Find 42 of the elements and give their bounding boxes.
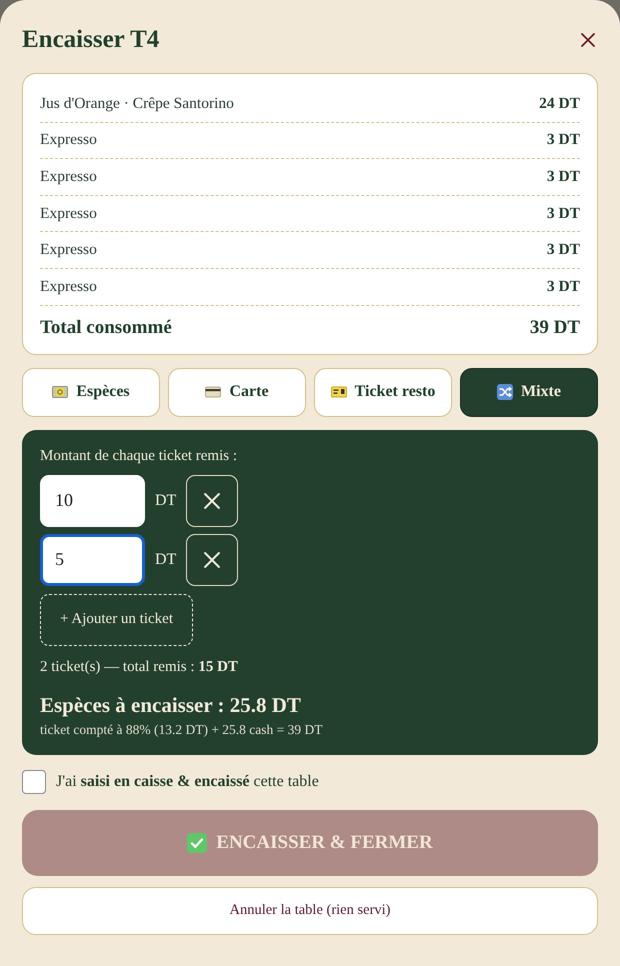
check-icon — [187, 832, 208, 853]
cash-due: Espèces à encaisser : 25.8 DT — [40, 692, 302, 717]
item-name: Expresso — [40, 241, 97, 260]
payment-breakdown: ticket compté à 88% (13.2 DT) + 25.8 cash = 39 DT — [40, 720, 324, 739]
payment-method-tab[interactable]: Carte — [168, 368, 306, 417]
ticket-amount-field[interactable]: 10 — [40, 474, 145, 527]
item-price: 24 DT — [539, 94, 580, 113]
item-name: Expresso — [40, 278, 97, 296]
item-price: 3 DT — [546, 278, 580, 296]
item-name: Jus d'Orange · Crêpe Santorino — [40, 94, 234, 113]
item-price: 3 DT — [546, 241, 580, 260]
banknote-icon — [52, 385, 68, 400]
payment-method-tab[interactable]: Ticket resto — [314, 368, 452, 417]
payment-method-tab[interactable]: Mixte — [460, 368, 598, 417]
total-label: Total consommé — [40, 316, 172, 339]
shuffle-icon — [497, 384, 513, 400]
close-icon — [204, 492, 220, 509]
close-icon — [204, 552, 220, 568]
item-name: Expresso — [40, 131, 97, 150]
dialog-title: Encaisser T4 — [22, 25, 160, 55]
ticket-icon — [330, 385, 347, 400]
item-price: 3 DT — [546, 204, 580, 223]
credit-card-icon — [205, 385, 222, 400]
item-price: 3 DT — [546, 131, 580, 150]
confirm-label: J'ai saisi en caisse & encaissé cette table — [56, 772, 319, 791]
currency-label: DT — [155, 492, 176, 510]
cancel-table-button[interactable]: Annuler la table (rien servi) — [22, 886, 598, 935]
item-name: Expresso — [40, 168, 97, 186]
close-icon — [581, 33, 595, 47]
ticket-amount-field[interactable]: 5 — [40, 534, 145, 586]
confirm-checkbox[interactable] — [22, 770, 46, 794]
close-button[interactable] — [580, 32, 596, 48]
currency-label: DT — [155, 550, 176, 569]
total-amount: 39 DT — [530, 316, 580, 339]
tickets-label: Montant de chaque ticket remis : — [40, 446, 238, 466]
tickets-summary: 2 ticket(s) — total remis : 15 DT — [40, 658, 239, 676]
remove-ticket-button[interactable] — [186, 474, 238, 527]
add-ticket-button[interactable]: + Ajouter un ticket — [40, 594, 193, 646]
remove-ticket-button[interactable] — [186, 534, 238, 586]
item-price: 3 DT — [546, 168, 580, 186]
payment-method-tab[interactable]: Espèces — [22, 368, 160, 417]
item-name: Expresso — [40, 204, 97, 223]
